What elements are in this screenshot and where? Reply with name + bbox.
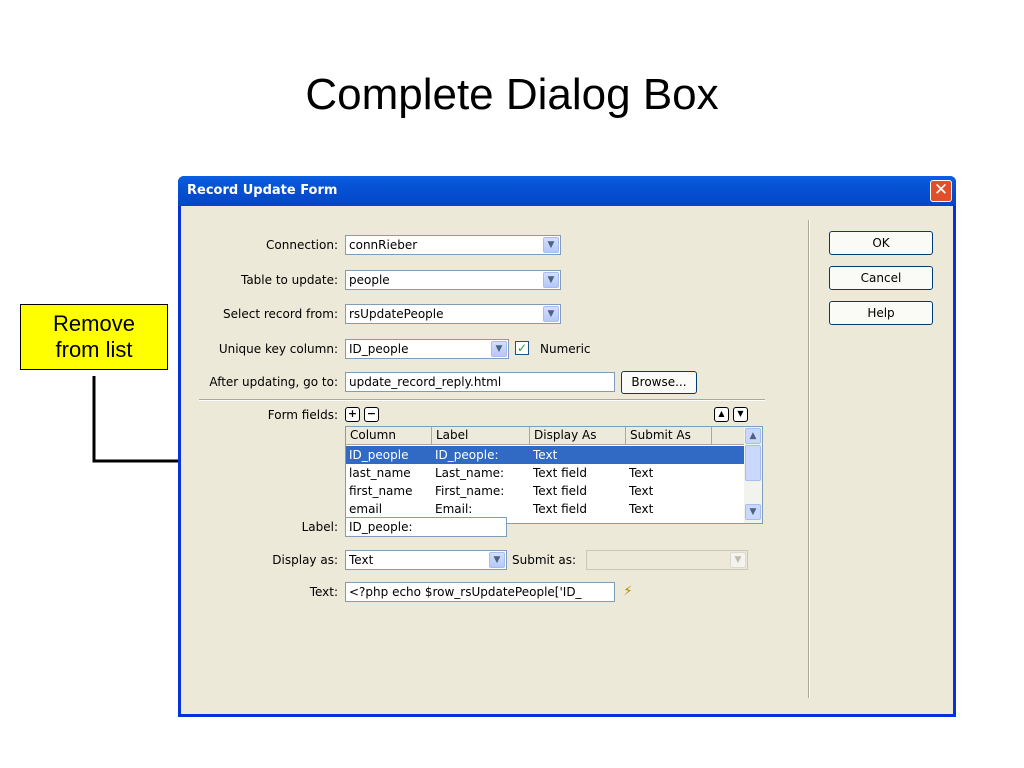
list-header: Column Label Display As Submit As	[346, 427, 746, 445]
arrow-down-icon[interactable]: ▼	[733, 407, 748, 422]
lightning-icon[interactable]: ⚡	[620, 584, 636, 600]
cancel-button[interactable]: Cancel	[829, 266, 933, 290]
column-header[interactable]: Label	[432, 427, 530, 445]
cell: Text	[629, 466, 654, 480]
column-header[interactable]: Submit As	[626, 427, 712, 445]
numeric-label: Numeric	[540, 342, 591, 356]
column-header-blank	[712, 427, 746, 445]
cell: Text	[629, 502, 654, 516]
select-record-label: Select record from:	[223, 307, 338, 321]
cell: first_name	[349, 484, 413, 498]
cell: Last_name:	[435, 466, 505, 480]
cell: Text field	[533, 502, 587, 516]
cell: email	[349, 502, 383, 516]
scroll-up-icon[interactable]: ▲	[745, 428, 761, 444]
label-input[interactable]: ID_people:	[345, 517, 507, 537]
browse-button[interactable]: Browse...	[621, 371, 697, 394]
after-updating-value: update_record_reply.html	[349, 375, 502, 389]
cell: ID_people:	[435, 448, 499, 462]
submit-as-select[interactable]: ▼	[586, 550, 748, 570]
select-record-value: rsUpdatePeople	[349, 307, 444, 321]
form-fields-label: Form fields:	[267, 408, 338, 422]
unique-key-value: ID_people	[349, 342, 409, 356]
table-row[interactable]: first_name First_name: Text field Text	[346, 482, 744, 500]
cell: First_name:	[435, 484, 505, 498]
form-fields-list[interactable]: Column Label Display As Submit As ID_peo…	[345, 426, 763, 524]
chevron-down-icon[interactable]: ▼	[543, 272, 559, 288]
help-button[interactable]: Help	[829, 301, 933, 325]
text-input-value: <?php echo $row_rsUpdatePeople['ID_	[349, 585, 582, 599]
cell: Text field	[533, 484, 587, 498]
chevron-down-icon[interactable]: ▼	[543, 237, 559, 253]
table-select[interactable]: people ▼	[345, 270, 561, 290]
after-updating-input[interactable]: update_record_reply.html	[345, 372, 615, 392]
dialog-client-area: Connection: connRieber ▼ Table to update…	[181, 206, 953, 714]
cell: last_name	[349, 466, 411, 480]
chevron-down-icon[interactable]: ▼	[730, 552, 746, 568]
arrow-up-icon[interactable]: ▲	[714, 407, 729, 422]
select-record-select[interactable]: rsUpdatePeople ▼	[345, 304, 561, 324]
title-bar[interactable]: Record Update Form ✕	[178, 176, 956, 206]
label-input-value: ID_people:	[349, 520, 413, 534]
connection-label: Connection:	[266, 238, 338, 252]
cell: Email:	[435, 502, 473, 516]
scroll-thumb[interactable]	[745, 445, 761, 481]
minus-icon[interactable]: −	[364, 407, 379, 422]
display-as-value: Text	[349, 553, 374, 567]
table-row[interactable]: email Email: Text field Text	[346, 500, 744, 518]
connection-value: connRieber	[349, 238, 418, 252]
chevron-down-icon[interactable]: ▼	[489, 552, 505, 568]
unique-key-label: Unique key column:	[218, 342, 338, 356]
chevron-down-icon[interactable]: ▼	[543, 306, 559, 322]
cell: Text	[533, 448, 558, 462]
label-field-label: Label:	[301, 520, 338, 534]
table-row[interactable]: last_name Last_name: Text field Text	[346, 464, 744, 482]
cell: ID_people	[349, 448, 409, 462]
chevron-down-icon[interactable]: ▼	[491, 341, 507, 357]
display-as-select[interactable]: Text ▼	[345, 550, 507, 570]
submit-as-label: Submit as:	[512, 553, 577, 567]
ok-button[interactable]: OK	[829, 231, 933, 255]
vertical-separator-highlight	[809, 220, 810, 698]
numeric-checkbox[interactable]: ✓	[515, 341, 529, 355]
column-header[interactable]: Display As	[530, 427, 626, 445]
plus-icon[interactable]: +	[345, 407, 360, 422]
table-row[interactable]: ID_people ID_people: Text	[346, 446, 744, 464]
unique-key-select[interactable]: ID_people ▼	[345, 339, 509, 359]
record-update-form-dialog: Record Update Form ✕ Connection: connRie…	[178, 176, 956, 717]
connection-select[interactable]: connRieber ▼	[345, 235, 561, 255]
dialog-title: Record Update Form	[187, 183, 338, 198]
close-icon[interactable]: ✕	[930, 180, 952, 202]
text-field-label: Text:	[309, 585, 338, 599]
display-as-label: Display as:	[272, 553, 338, 567]
column-header[interactable]: Column	[346, 427, 432, 445]
separator-highlight	[199, 400, 765, 401]
scroll-down-icon[interactable]: ▼	[745, 504, 761, 520]
list-scrollbar[interactable]: ▲ ▼	[744, 427, 762, 523]
cell: Text	[629, 484, 654, 498]
after-updating-label: After updating, go to:	[209, 375, 338, 389]
cell: Text field	[533, 466, 587, 480]
table-value: people	[349, 273, 390, 287]
table-label: Table to update:	[240, 273, 338, 287]
text-input[interactable]: <?php echo $row_rsUpdatePeople['ID_	[345, 582, 615, 602]
